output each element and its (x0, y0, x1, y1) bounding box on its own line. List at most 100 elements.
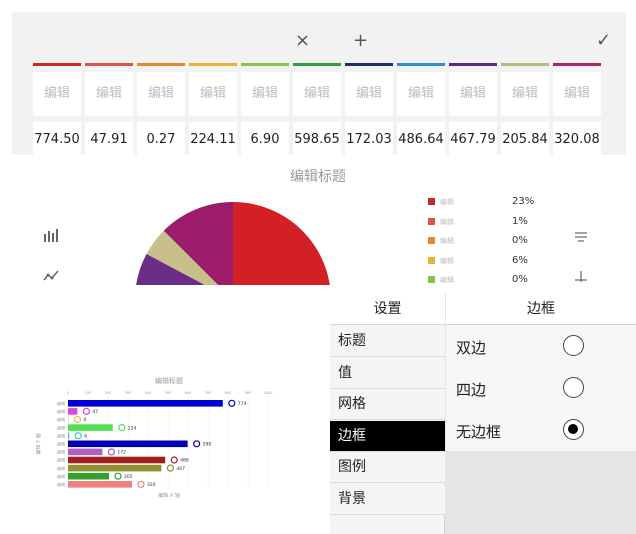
plus-small-icon[interactable] (574, 270, 588, 286)
border-option[interactable]: 四边 (446, 367, 636, 409)
preview-tick: 100 (85, 391, 92, 395)
legend-swatch (428, 256, 435, 264)
column-color-swatch[interactable] (293, 63, 341, 66)
legend-item[interactable]: 编辑 6% (428, 254, 558, 272)
radio-button[interactable] (563, 377, 584, 398)
settings-menu-item[interactable]: 边框 (330, 420, 445, 452)
radio-button[interactable] (563, 419, 584, 440)
column-label-cell[interactable]: 编辑 (293, 72, 341, 116)
preview-tick: 900 (245, 391, 252, 395)
preview-marker (114, 472, 122, 480)
bar-chart-preview[interactable]: 编辑标题 0 100 200 300 400 500 600 700 800 900 1000 编辑 77… (36, 372, 296, 522)
border-options: 双边 四边 无边框 (446, 325, 636, 451)
column-color-swatch[interactable] (189, 63, 237, 66)
column-value-cell[interactable]: 0.27 (137, 122, 185, 158)
column-value-cell[interactable]: 47.91 (85, 122, 133, 158)
column-color-swatch[interactable] (85, 63, 133, 66)
preview-marker (170, 456, 178, 464)
preview-bar (68, 432, 70, 439)
preview-tick: 400 (145, 391, 152, 395)
preview-tick: 800 (225, 391, 232, 395)
preview-bar-value: 774 (238, 401, 247, 407)
align-icon[interactable] (574, 230, 588, 248)
preview-bar (68, 400, 223, 407)
settings-header: 设置 (330, 293, 445, 325)
settings-menu-item[interactable]: 值 (330, 357, 445, 389)
preview-bar (68, 416, 69, 423)
column-value-cell[interactable]: 774.50 (33, 122, 81, 158)
preview-xlabel: 编辑 X 轴 (158, 492, 180, 499)
column-color-swatch[interactable] (137, 63, 185, 66)
preview-bar (68, 464, 162, 472)
preview-bar-value: 6 (84, 433, 87, 439)
legend-item[interactable]: 编辑 0% (428, 273, 558, 291)
settings-menu-item[interactable]: 网格 (330, 389, 445, 420)
column-value-cell[interactable]: 320.08 (553, 122, 601, 158)
preview-bar-label: 编辑 (57, 457, 65, 463)
column-value-cell[interactable]: 6.90 (241, 122, 289, 158)
legend-value: 1% (512, 215, 528, 227)
column-label-cell[interactable]: 编辑 (501, 72, 549, 116)
column-label-cell[interactable]: 编辑 (241, 72, 289, 116)
legend-label: 编辑 (440, 256, 454, 265)
legend-item[interactable]: 编辑 1% (428, 215, 558, 233)
preview-bar-label: 编辑 (57, 432, 65, 438)
radio-button[interactable] (563, 335, 584, 356)
preview-bar (68, 440, 188, 448)
column-value-cell[interactable]: 224.11 (189, 122, 237, 158)
column-color-swatch[interactable] (449, 63, 497, 66)
radio-selected-dot (568, 424, 578, 434)
legend-item[interactable]: 编辑 0% (428, 234, 558, 252)
preview-marker (82, 407, 91, 416)
legend-value: 23% (512, 196, 535, 207)
preview-bar-value: 224 (128, 425, 137, 431)
column-color-swatch[interactable] (33, 63, 81, 66)
line-chart-icon[interactable] (43, 268, 59, 286)
pie-slice (233, 202, 330, 285)
border-option[interactable]: 无边框 (446, 409, 636, 451)
legend-label: 编辑 (440, 198, 454, 206)
settings-menu-item[interactable]: 背景 (330, 483, 445, 515)
column-label-cell[interactable]: 编辑 (345, 72, 393, 116)
column-value-cell[interactable]: 467.79 (449, 122, 497, 158)
column-color-swatch[interactable] (345, 63, 393, 66)
column-label-cell[interactable]: 编辑 (553, 72, 601, 116)
chart-editor-screen: × + ✓ 编辑 774.50 编辑 47.91 编辑 0.27 编辑 224.11 编辑 6.9… (0, 0, 636, 534)
column-value-cell[interactable]: 486.64 (397, 122, 445, 158)
legend-label: 编辑 (440, 237, 454, 245)
preview-bar-label: 编辑 (57, 473, 65, 479)
column-label-cell[interactable]: 编辑 (397, 72, 445, 116)
column-value-cell[interactable]: 598.65 (293, 122, 341, 158)
preview-ylabel: 编辑 Y 轴 (36, 433, 42, 454)
preview-tick: 1000 (264, 391, 273, 395)
preview-title: 编辑标题 (155, 376, 183, 385)
chart-title[interactable]: 编辑标题 (0, 166, 636, 186)
column-label-cell[interactable]: 编辑 (189, 72, 237, 116)
settings-menu-item[interactable]: 标题 (330, 326, 445, 357)
add-icon[interactable]: + (353, 32, 368, 50)
column-value-cell[interactable]: 205.84 (501, 122, 549, 158)
preview-bar-value: 172 (117, 450, 126, 456)
preview-bar-label: 编辑 (57, 441, 65, 447)
column-color-swatch[interactable] (501, 63, 549, 66)
column-color-swatch[interactable] (553, 63, 601, 66)
legend-swatch (428, 276, 435, 283)
legend-value: 0% (512, 235, 528, 246)
column-color-swatch[interactable] (397, 63, 445, 66)
column-label-cell[interactable]: 编辑 (137, 72, 185, 116)
column-value-cell[interactable]: 172.03 (345, 122, 393, 158)
legend-item[interactable]: 编辑 23% (428, 195, 558, 213)
column-label-cell[interactable]: 编辑 (33, 72, 81, 116)
legend-label: 编辑 (440, 276, 454, 284)
preview-bar-label: 编辑 (57, 449, 65, 455)
close-icon[interactable]: × (295, 32, 310, 50)
confirm-icon[interactable]: ✓ (596, 32, 611, 50)
preview-bar (68, 408, 78, 415)
preview-bar (68, 456, 166, 464)
bar-chart-icon[interactable] (43, 228, 59, 246)
column-label-cell[interactable]: 编辑 (449, 72, 497, 116)
column-label-cell[interactable]: 编辑 (85, 72, 133, 116)
border-option[interactable]: 双边 (446, 325, 636, 367)
settings-menu-item[interactable]: 图例 (330, 452, 445, 483)
column-color-swatch[interactable] (241, 63, 289, 66)
